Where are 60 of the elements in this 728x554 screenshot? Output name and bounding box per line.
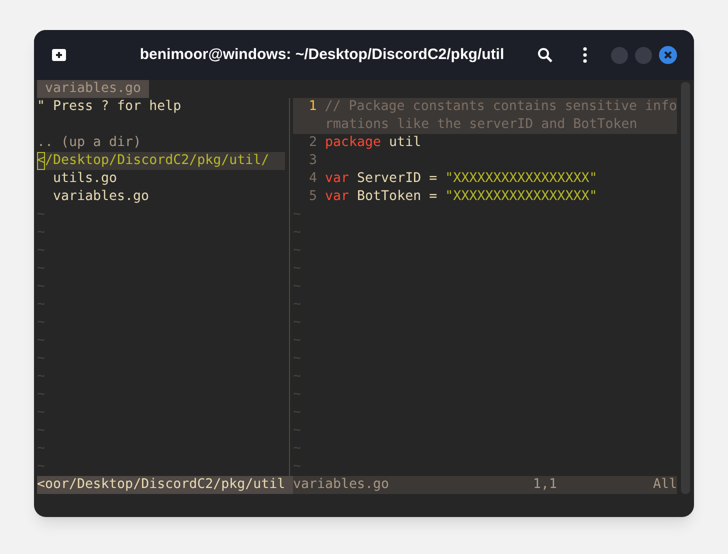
code-string: "XXXXXXXXXXXXXXXXX" <box>445 188 598 206</box>
code-text: ServerID = <box>356 170 438 188</box>
file-entry[interactable]: variables.go <box>37 188 150 206</box>
status-filename: variables.go <box>293 476 390 494</box>
new-tab-icon[interactable] <box>51 48 67 62</box>
empty-line-tilde: ~ <box>293 225 302 240</box>
parent-dir-entry[interactable]: .. (up a dir) <box>37 134 142 152</box>
empty-line-tilde: ~ <box>37 261 46 276</box>
code-text: BotToken = <box>356 188 438 206</box>
line-number: 2 <box>308 134 318 152</box>
search-icon[interactable] <box>537 47 553 63</box>
code-keyword: package <box>325 134 382 152</box>
empty-line-tilde: ~ <box>37 315 46 330</box>
empty-line-tilde: ~ <box>293 261 302 276</box>
empty-line-tilde: ~ <box>37 243 46 258</box>
file-entry[interactable]: utils.go <box>37 170 118 188</box>
close-button[interactable] <box>659 46 677 64</box>
code-keyword: var <box>325 188 350 206</box>
code-comment: // Package constants contains sensitive info <box>324 98 677 116</box>
buffer-tab[interactable]: variables.go <box>37 80 150 98</box>
empty-line-tilde: ~ <box>37 207 46 222</box>
empty-line-tilde: ~ <box>37 405 46 420</box>
scroll-position: All <box>652 476 677 494</box>
empty-line-tilde: ~ <box>37 387 46 402</box>
empty-line-tilde: ~ <box>37 279 46 294</box>
cursor-position: 1,1 <box>532 476 558 494</box>
empty-line-tilde: ~ <box>293 207 302 222</box>
empty-line-tilde: ~ <box>293 441 302 456</box>
empty-line-tilde: ~ <box>37 333 46 348</box>
empty-line-tilde: ~ <box>37 441 46 456</box>
window-title: benimoor@windows: ~/Desktop/DiscordC2/pkg/util <box>138 44 504 65</box>
code-text: util <box>388 134 422 152</box>
empty-line-tilde: ~ <box>293 405 302 420</box>
help-hint: " Press ? for help <box>37 98 182 116</box>
empty-line-tilde: ~ <box>293 279 302 294</box>
empty-line-tilde: ~ <box>293 387 302 402</box>
menu-icon[interactable] <box>583 47 587 63</box>
empty-line-tilde: ~ <box>293 243 302 258</box>
code-keyword: var <box>325 170 350 188</box>
code-comment: rmations like the serverID and BotToken <box>325 116 638 134</box>
empty-line-tilde: ~ <box>293 351 302 366</box>
directory-entry[interactable]: /Desktop/DiscordC2/pkg/util/ <box>45 152 270 170</box>
status-path: <oor/Desktop/DiscordC2/pkg/util <box>37 476 293 494</box>
empty-line-tilde: ~ <box>293 423 302 438</box>
empty-line-tilde: ~ <box>293 459 302 474</box>
empty-line-tilde: ~ <box>37 459 46 474</box>
empty-line-tilde: ~ <box>37 225 46 240</box>
empty-line-tilde: ~ <box>37 369 46 384</box>
line-number: 5 <box>308 188 318 206</box>
empty-line-tilde: ~ <box>293 297 302 312</box>
empty-line-tilde: ~ <box>37 351 46 366</box>
code-string: "XXXXXXXXXXXXXXXXX" <box>445 170 598 188</box>
line-number: 4 <box>308 170 318 188</box>
empty-line-tilde: ~ <box>293 369 302 384</box>
empty-line-tilde: ~ <box>293 333 302 348</box>
line-number: 1 <box>308 98 318 116</box>
empty-line-tilde: ~ <box>37 297 46 312</box>
empty-line-tilde: ~ <box>37 423 46 438</box>
empty-line-tilde: ~ <box>293 315 302 330</box>
line-number: 3 <box>308 152 318 170</box>
